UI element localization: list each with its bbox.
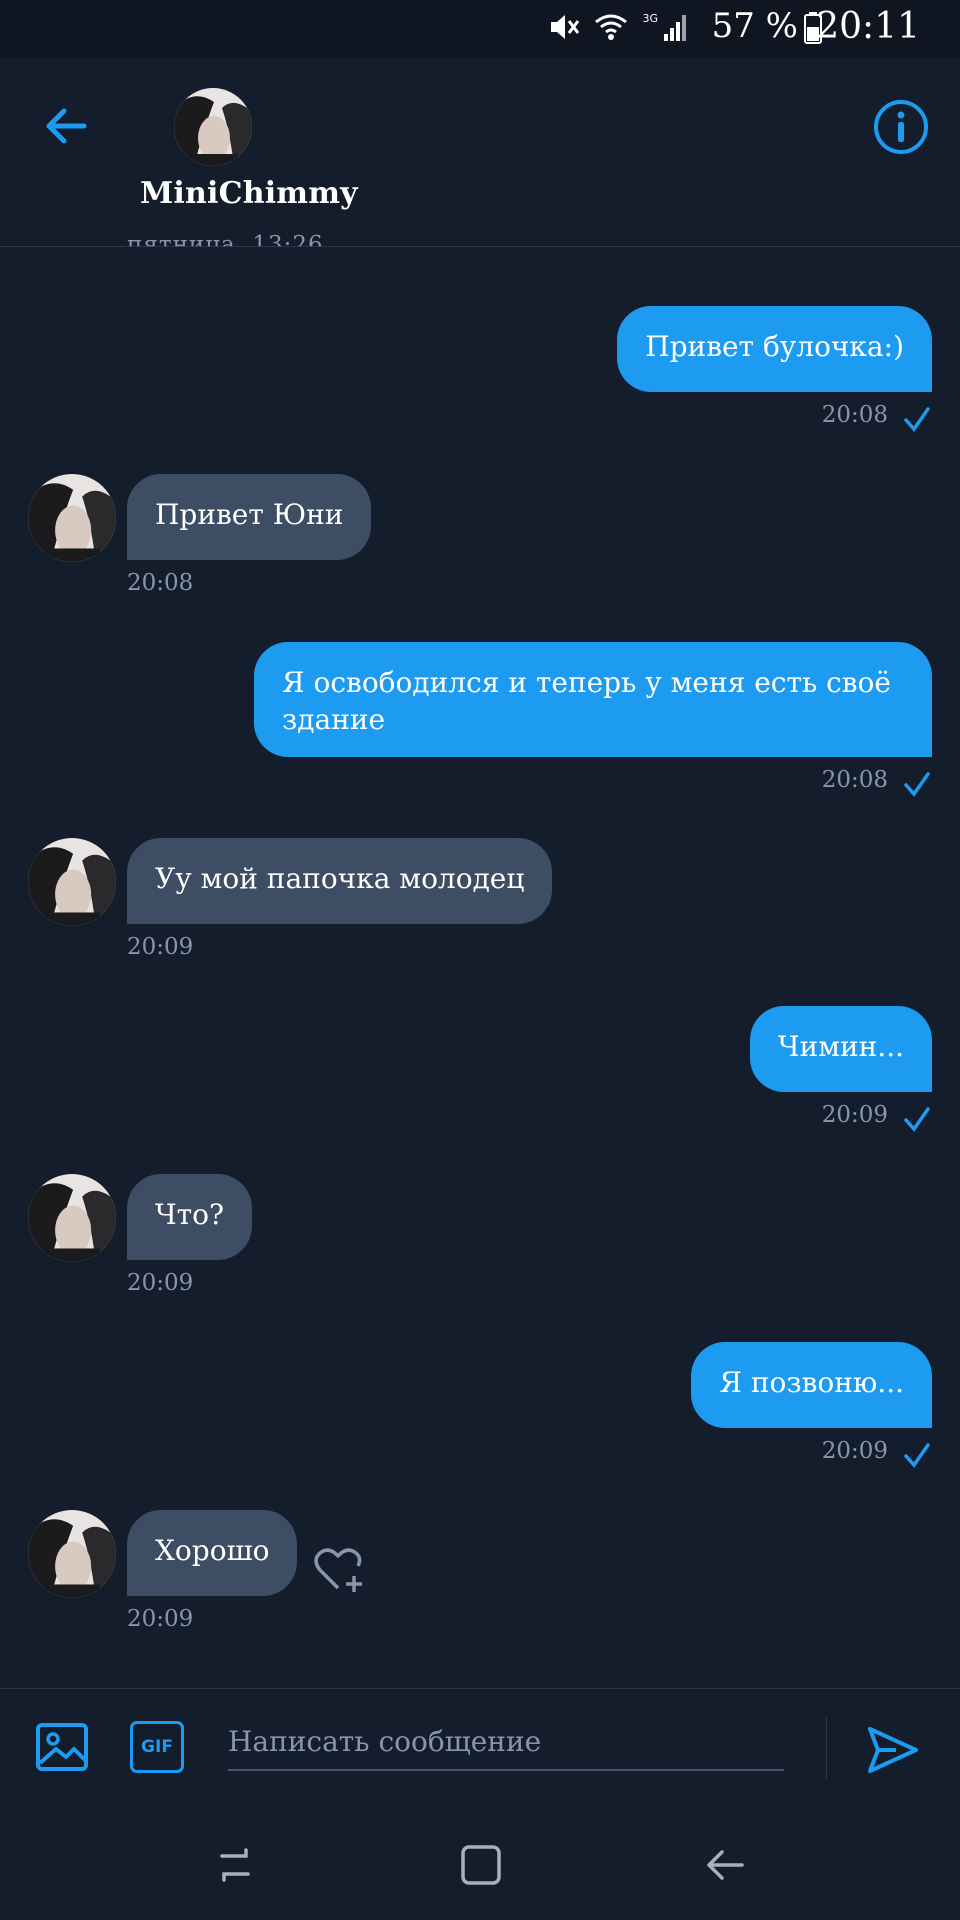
contact-name[interactable]: MiniChimmy <box>140 176 358 211</box>
sent-check-icon <box>904 1443 930 1468</box>
sent-check-icon <box>904 1107 930 1132</box>
wifi-icon <box>595 14 628 40</box>
message-timestamp: 20:08 <box>127 570 194 596</box>
outgoing-message[interactable]: Я позвоню... <box>691 1342 932 1428</box>
status-clock: 20:11 <box>816 6 920 47</box>
gif-button[interactable]: GIF <box>130 1721 184 1773</box>
sent-check-icon <box>904 772 930 797</box>
send-icon[interactable] <box>866 1723 920 1777</box>
system-nav-bar <box>0 1804 960 1920</box>
outgoing-message[interactable]: Привет булочка:) <box>617 306 932 392</box>
message-composer: GIF <box>0 1688 960 1805</box>
status-bar: 3G 57 % 20:11 <box>0 0 960 58</box>
message-timestamp: 20:09 <box>821 1438 888 1464</box>
avatar-photo <box>174 88 252 166</box>
message-timestamp: 20:09 <box>821 1102 888 1128</box>
avatar[interactable] <box>28 474 116 562</box>
network-type-label: 3G <box>642 12 658 25</box>
sent-check-icon <box>904 407 930 432</box>
recent-apps-icon[interactable] <box>212 1842 258 1888</box>
avatar[interactable] <box>28 1510 116 1598</box>
avatar[interactable] <box>28 838 116 926</box>
message-timestamp: 20:09 <box>127 1270 194 1296</box>
message-input[interactable] <box>228 1719 784 1771</box>
battery-percent: 57 % <box>711 6 798 46</box>
avatar-photo <box>28 1510 116 1598</box>
avatar[interactable] <box>28 1174 116 1262</box>
mute-icon <box>551 15 580 39</box>
avatar-photo <box>28 1174 116 1262</box>
incoming-message[interactable]: Хорошо <box>127 1510 298 1596</box>
back-nav-icon[interactable] <box>702 1842 748 1888</box>
message-timestamp: 20:08 <box>821 767 888 793</box>
info-icon[interactable] <box>872 98 930 156</box>
message-timestamp: 20:09 <box>127 1606 194 1632</box>
message-timestamp: 20:09 <box>127 934 194 960</box>
incoming-message[interactable]: Что? <box>127 1174 253 1260</box>
outgoing-message[interactable]: Я освободился и теперь у меня есть своё … <box>254 642 932 757</box>
image-icon[interactable] <box>34 1719 90 1775</box>
incoming-message[interactable]: Привет Юни <box>127 474 372 560</box>
back-arrow-icon[interactable] <box>40 100 92 152</box>
composer-divider <box>826 1717 827 1779</box>
status-icons: 3G <box>548 12 690 42</box>
outgoing-message[interactable]: Чимин... <box>749 1006 932 1092</box>
signal-icon <box>664 15 686 41</box>
home-icon[interactable] <box>458 1842 504 1888</box>
message-timestamp: 20:08 <box>821 402 888 428</box>
date-separator: пятница, 13:26 <box>127 232 324 258</box>
contact-avatar[interactable] <box>174 88 252 166</box>
avatar-photo <box>28 838 116 926</box>
conversation-header: MiniChimmy <box>0 58 960 247</box>
like-heart-plus-icon[interactable] <box>310 1542 366 1598</box>
avatar-photo <box>28 474 116 562</box>
incoming-message[interactable]: Уу мой папочка молодец <box>127 838 553 924</box>
